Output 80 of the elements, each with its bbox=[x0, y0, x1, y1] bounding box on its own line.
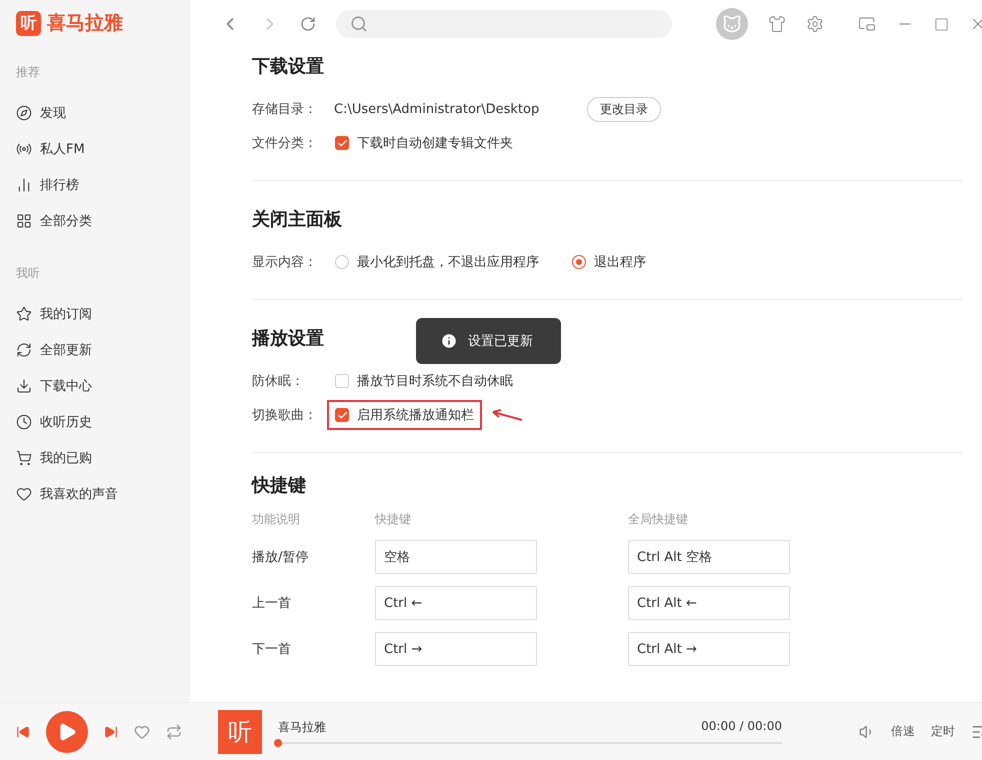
column-header: 全局快捷键 bbox=[628, 511, 689, 528]
logo-mark: 听 bbox=[16, 10, 41, 36]
section-title: 推荐 bbox=[16, 64, 41, 81]
checkbox-label: 下载时自动创建专辑文件夹 bbox=[357, 135, 513, 152]
check-icon bbox=[336, 138, 348, 148]
shortcut-action: 下一首 bbox=[252, 641, 292, 658]
shortcut-field[interactable]: Ctrl Alt 空格 bbox=[628, 540, 790, 574]
section-heading: 关闭主面板 bbox=[252, 208, 342, 231]
column-header: 功能说明 bbox=[252, 511, 301, 528]
change-directory-button[interactable]: 更改目录 bbox=[587, 96, 662, 122]
setting-label: 存储目录： bbox=[252, 101, 318, 118]
checkbox[interactable] bbox=[335, 136, 349, 150]
shortcut-field[interactable]: Ctrl Alt ← bbox=[628, 586, 790, 620]
repeat-icon[interactable] bbox=[166, 724, 182, 740]
info-icon bbox=[440, 332, 458, 350]
sidebar-item[interactable]: 我的已购 bbox=[16, 440, 190, 476]
checkbox[interactable] bbox=[335, 408, 349, 422]
shortcut-field[interactable]: Ctrl ← bbox=[375, 586, 537, 620]
setting-label: 切换歌曲： bbox=[252, 407, 318, 424]
sidebar-item[interactable]: 我喜欢的声音 bbox=[16, 476, 190, 512]
download-icon bbox=[16, 378, 32, 394]
section-heading: 快捷键 bbox=[252, 474, 306, 497]
radio-icon bbox=[16, 141, 32, 157]
annotation-arrow bbox=[490, 408, 524, 422]
shirt-icon[interactable] bbox=[768, 15, 786, 33]
shortcut-field[interactable]: 空格 bbox=[375, 540, 537, 574]
search-icon bbox=[350, 15, 368, 33]
sidebar-item[interactable]: 全部更新 bbox=[16, 332, 190, 368]
refresh-icon bbox=[16, 342, 32, 358]
checkbox-label: 播放节目时系统不自动休眠 bbox=[357, 373, 513, 390]
search-field[interactable] bbox=[336, 10, 672, 38]
shortcut-action: 播放/暂停 bbox=[252, 549, 310, 566]
sidebar-item[interactable]: 发现 bbox=[16, 95, 190, 131]
play-time: 00:00 / 00:00 bbox=[701, 719, 782, 735]
cart-icon bbox=[16, 450, 32, 466]
star-icon bbox=[16, 306, 32, 322]
heart-icon[interactable] bbox=[134, 724, 150, 740]
sidebar-item[interactable]: 收听历史 bbox=[16, 404, 190, 440]
sidebar-item[interactable]: 下载中心 bbox=[16, 368, 190, 404]
toast-text: 设置已更新 bbox=[468, 333, 533, 350]
setting-label: 显示内容： bbox=[252, 254, 318, 271]
maximize-icon[interactable] bbox=[934, 16, 949, 32]
shortcut-field[interactable]: Ctrl Alt → bbox=[628, 632, 790, 666]
mini-player-icon[interactable] bbox=[858, 15, 876, 33]
checkbox-label: 启用系统播放通知栏 bbox=[357, 407, 474, 424]
radio-label: 最小化到托盘，不退出应用程序 bbox=[357, 254, 539, 271]
speed-button[interactable]: 倍速 bbox=[891, 723, 915, 740]
settings-icon[interactable] bbox=[806, 15, 824, 33]
heart-icon bbox=[16, 486, 32, 502]
radio-label: 退出程序 bbox=[594, 254, 646, 271]
grid-icon bbox=[16, 213, 32, 229]
compass-icon bbox=[16, 105, 32, 121]
section-title: 我听 bbox=[16, 265, 41, 282]
logo-text: 喜马拉雅 bbox=[47, 11, 123, 36]
next-icon[interactable] bbox=[104, 724, 118, 738]
bar-chart-icon bbox=[16, 177, 32, 193]
setting-label: 防休眠： bbox=[252, 373, 305, 390]
sidebar-item[interactable]: 私人FM bbox=[16, 131, 190, 167]
checkbox[interactable] bbox=[335, 374, 349, 388]
reload-icon[interactable] bbox=[300, 16, 316, 32]
clock-icon bbox=[16, 414, 32, 430]
section-heading: 下载设置 bbox=[252, 55, 324, 78]
shortcut-action: 上一首 bbox=[252, 595, 292, 612]
sidebar-item[interactable]: 排行榜 bbox=[16, 167, 190, 203]
column-header: 快捷键 bbox=[375, 511, 412, 528]
sidebar-item[interactable]: 我的订阅 bbox=[16, 296, 190, 332]
radio-button[interactable] bbox=[335, 255, 349, 269]
directory-path: C:\Users\Administrator\Desktop bbox=[334, 102, 540, 116]
check-icon bbox=[336, 410, 348, 420]
radio-button[interactable] bbox=[572, 255, 586, 269]
play-button[interactable] bbox=[46, 710, 88, 752]
sidebar-item[interactable]: 全部分类 bbox=[16, 203, 190, 239]
setting-label: 文件分类： bbox=[252, 135, 318, 152]
previous-icon[interactable] bbox=[16, 724, 30, 738]
track-title: 喜马拉雅 bbox=[278, 719, 326, 736]
progress-thumb[interactable] bbox=[274, 739, 282, 747]
cover-art: 听 bbox=[218, 710, 262, 754]
shortcut-field[interactable]: Ctrl → bbox=[375, 632, 537, 666]
timer-button[interactable]: 定时 bbox=[931, 723, 955, 740]
section-heading: 播放设置 bbox=[252, 327, 324, 350]
